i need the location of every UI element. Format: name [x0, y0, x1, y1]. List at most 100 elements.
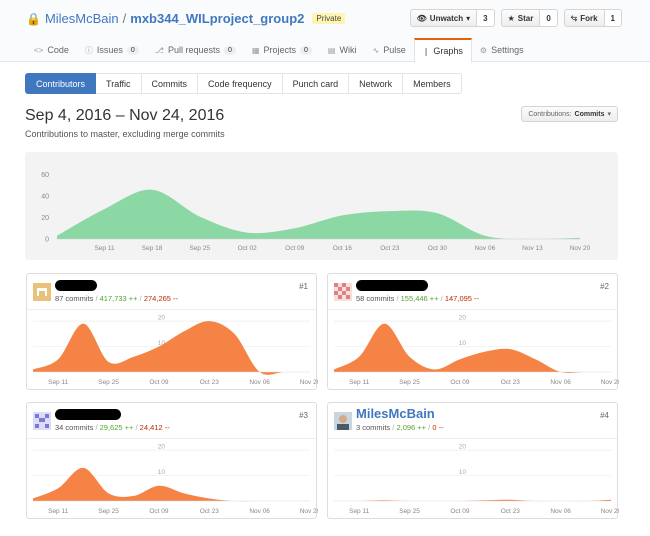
star-button[interactable]: ★ Star	[500, 9, 541, 27]
subnav-network[interactable]: Network	[349, 73, 404, 94]
project-icon: ▦	[251, 45, 260, 55]
avatar[interactable]	[334, 412, 352, 430]
x-tick-label: Oct 09	[285, 245, 305, 252]
contributor-graph: 1020Sep 11Sep 25Oct 09Oct 23Nov 06Nov 20	[33, 315, 318, 386]
commits-area	[57, 189, 580, 240]
subnav-code-frequency[interactable]: Code frequency	[198, 73, 283, 94]
avatar[interactable]	[33, 283, 51, 301]
contributor-rank: #4	[600, 411, 609, 420]
contributor-stats: 3 commits / 2,096 ++ / 0 --	[356, 423, 444, 432]
issue-icon: ⓘ	[84, 45, 93, 55]
x-tick-label: Oct 23	[501, 508, 521, 515]
x-tick-label: Sep 11	[349, 379, 370, 386]
reponav-label: Pull requests	[168, 45, 221, 55]
x-tick-label: Sep 25	[189, 245, 210, 252]
x-tick-label: Sep 25	[399, 379, 420, 386]
main-contributions-graph: 0 20 40 60 Sep 11 Sep 18 Sep 25 Oct 02 Oct 09 Oct…	[25, 152, 618, 260]
fork-icon: ⥃	[570, 13, 578, 22]
fork-count[interactable]: 1	[604, 9, 622, 27]
x-tick-label: Sep 18	[142, 245, 163, 252]
y-tick-label: 20	[459, 444, 467, 451]
caret-down-icon: ▾	[466, 13, 471, 23]
contributor-rank: #3	[299, 411, 308, 420]
date-range-subtitle: Contributions to master, excluding merge…	[25, 129, 225, 139]
y-tick-label: 10	[459, 469, 467, 476]
repo-title-separator: /	[122, 11, 127, 26]
reponav-settings[interactable]: ⚙ Settings	[472, 38, 532, 62]
reponav-label: Pulse	[383, 45, 406, 55]
book-icon: ▤	[327, 45, 336, 55]
reponav-count: 0	[300, 45, 312, 55]
x-tick-label: Sep 11	[94, 245, 115, 252]
commit-count-link[interactable]: 3 commits	[356, 423, 390, 432]
avatar[interactable]	[33, 412, 51, 430]
reponav-wiki[interactable]: ▤ Wiki	[320, 38, 365, 62]
watch-count[interactable]: 3	[477, 9, 495, 27]
contributor-stats: 87 commits / 417,733 ++ / 274,265 --	[55, 294, 179, 303]
y-tick-label: 20	[158, 315, 166, 322]
main-graph-svg: 0 20 40 60 Sep 11 Sep 18 Sep 25 Oct 02 Oct 09 Oct…	[41, 172, 590, 252]
fork-button[interactable]: ⥃ Fork	[563, 9, 605, 27]
reponav-pulse[interactable]: ∿ Pulse	[364, 38, 413, 62]
avatar[interactable]	[334, 283, 352, 301]
contributor-commits-area	[33, 467, 310, 502]
x-tick-label: Nov 20	[300, 508, 318, 515]
subnav-traffic[interactable]: Traffic	[96, 73, 142, 94]
reponav-code[interactable]: <> Code	[26, 38, 77, 62]
x-tick-label: Oct 09	[149, 508, 169, 515]
reponav-projects[interactable]: ▦ Projects 0	[244, 38, 320, 62]
contributor-graph: 1020Sep 11Sep 25Oct 09Oct 23Nov 06Nov 20	[334, 444, 619, 515]
x-tick-label: Oct 30	[428, 245, 448, 252]
graph-icon: ❙	[422, 46, 430, 56]
reponav-label: Issues	[96, 45, 123, 55]
redacted-username	[356, 280, 428, 291]
repo-owner-link[interactable]: MilesMcBain	[45, 11, 119, 26]
reponav-issues[interactable]: ⓘ Issues 0	[77, 38, 147, 62]
graphs-subnav: Contributors Traffic Commits Code frequency…	[25, 73, 462, 94]
watch-group: 👁 Unwatch ▾ 3	[409, 9, 495, 27]
reponav-graphs[interactable]: ❙ Graphs	[413, 38, 472, 63]
reponav-pull-requests[interactable]: ⎇ Pull requests 0	[147, 38, 244, 62]
y-tick-label: 40	[41, 194, 49, 201]
subnav-members[interactable]: Members	[403, 73, 462, 94]
contributor-card-2: #2 58 commits / 155,446 ++ / 147,095 -- …	[327, 273, 619, 390]
commit-count-link[interactable]: 58 commits	[356, 294, 394, 303]
subnav-commits[interactable]: Commits	[141, 73, 199, 94]
reponav-label: Graphs	[433, 46, 463, 56]
x-tick-label: Nov 20	[601, 379, 619, 386]
deletions-count: 147,095 --	[444, 294, 480, 303]
y-tick-label: 20	[158, 444, 166, 451]
commit-count-link[interactable]: 34 commits	[55, 423, 93, 432]
contributor-graph: 1020Sep 11Sep 25Oct 09Oct 23Nov 06Nov 20	[334, 315, 619, 386]
contributor-stats: 58 commits / 155,446 ++ / 147,095 --	[356, 294, 480, 303]
pull-request-icon: ⎇	[154, 45, 164, 55]
fork-label: Fork	[580, 13, 598, 23]
subnav-contributors[interactable]: Contributors	[25, 73, 97, 94]
x-tick-label: Oct 23	[380, 245, 400, 252]
y-tick-label: 10	[158, 469, 166, 476]
card-head: MilesMcBain #4 3 commits / 2,096 ++ / 0 …	[328, 403, 617, 439]
star-label: Star	[517, 13, 534, 23]
x-tick-label: Oct 23	[200, 508, 220, 515]
contributor-commits-area	[33, 321, 310, 375]
x-tick-label: Nov 06	[475, 245, 496, 252]
x-tick-label: Sep 11	[349, 508, 370, 515]
subnav-punch-card[interactable]: Punch card	[282, 73, 350, 94]
unwatch-button[interactable]: 👁 Unwatch ▾	[409, 9, 478, 27]
y-tick-label: 10	[459, 340, 467, 347]
contributor-login-link[interactable]: MilesMcBain	[356, 406, 435, 421]
card-head: #3 34 commits / 29,625 ++ / 24,412 --	[27, 403, 316, 439]
x-tick-label: Oct 16	[333, 245, 353, 252]
x-tick-label: Sep 25	[98, 379, 119, 386]
repo-name-link[interactable]: mxb344_WILproject_group2	[130, 11, 304, 26]
lock-icon: 🔒	[26, 11, 41, 26]
star-count[interactable]: 0	[540, 9, 558, 27]
contributions-select[interactable]: Contributions: Commits ▾	[521, 106, 618, 122]
contributor-card-4: MilesMcBain #4 3 commits / 2,096 ++ / 0 …	[327, 402, 619, 519]
y-tick-label: 0	[45, 237, 49, 244]
deletions-count: 0 --	[432, 423, 444, 432]
repo-nav: <> Code ⓘ Issues 0 ⎇ Pull requests 0 ▦ Projects 0 ▤…	[26, 38, 532, 63]
redacted-username	[55, 280, 97, 291]
commit-count-link[interactable]: 87 commits	[55, 294, 93, 303]
reponav-count: 0	[224, 45, 236, 55]
